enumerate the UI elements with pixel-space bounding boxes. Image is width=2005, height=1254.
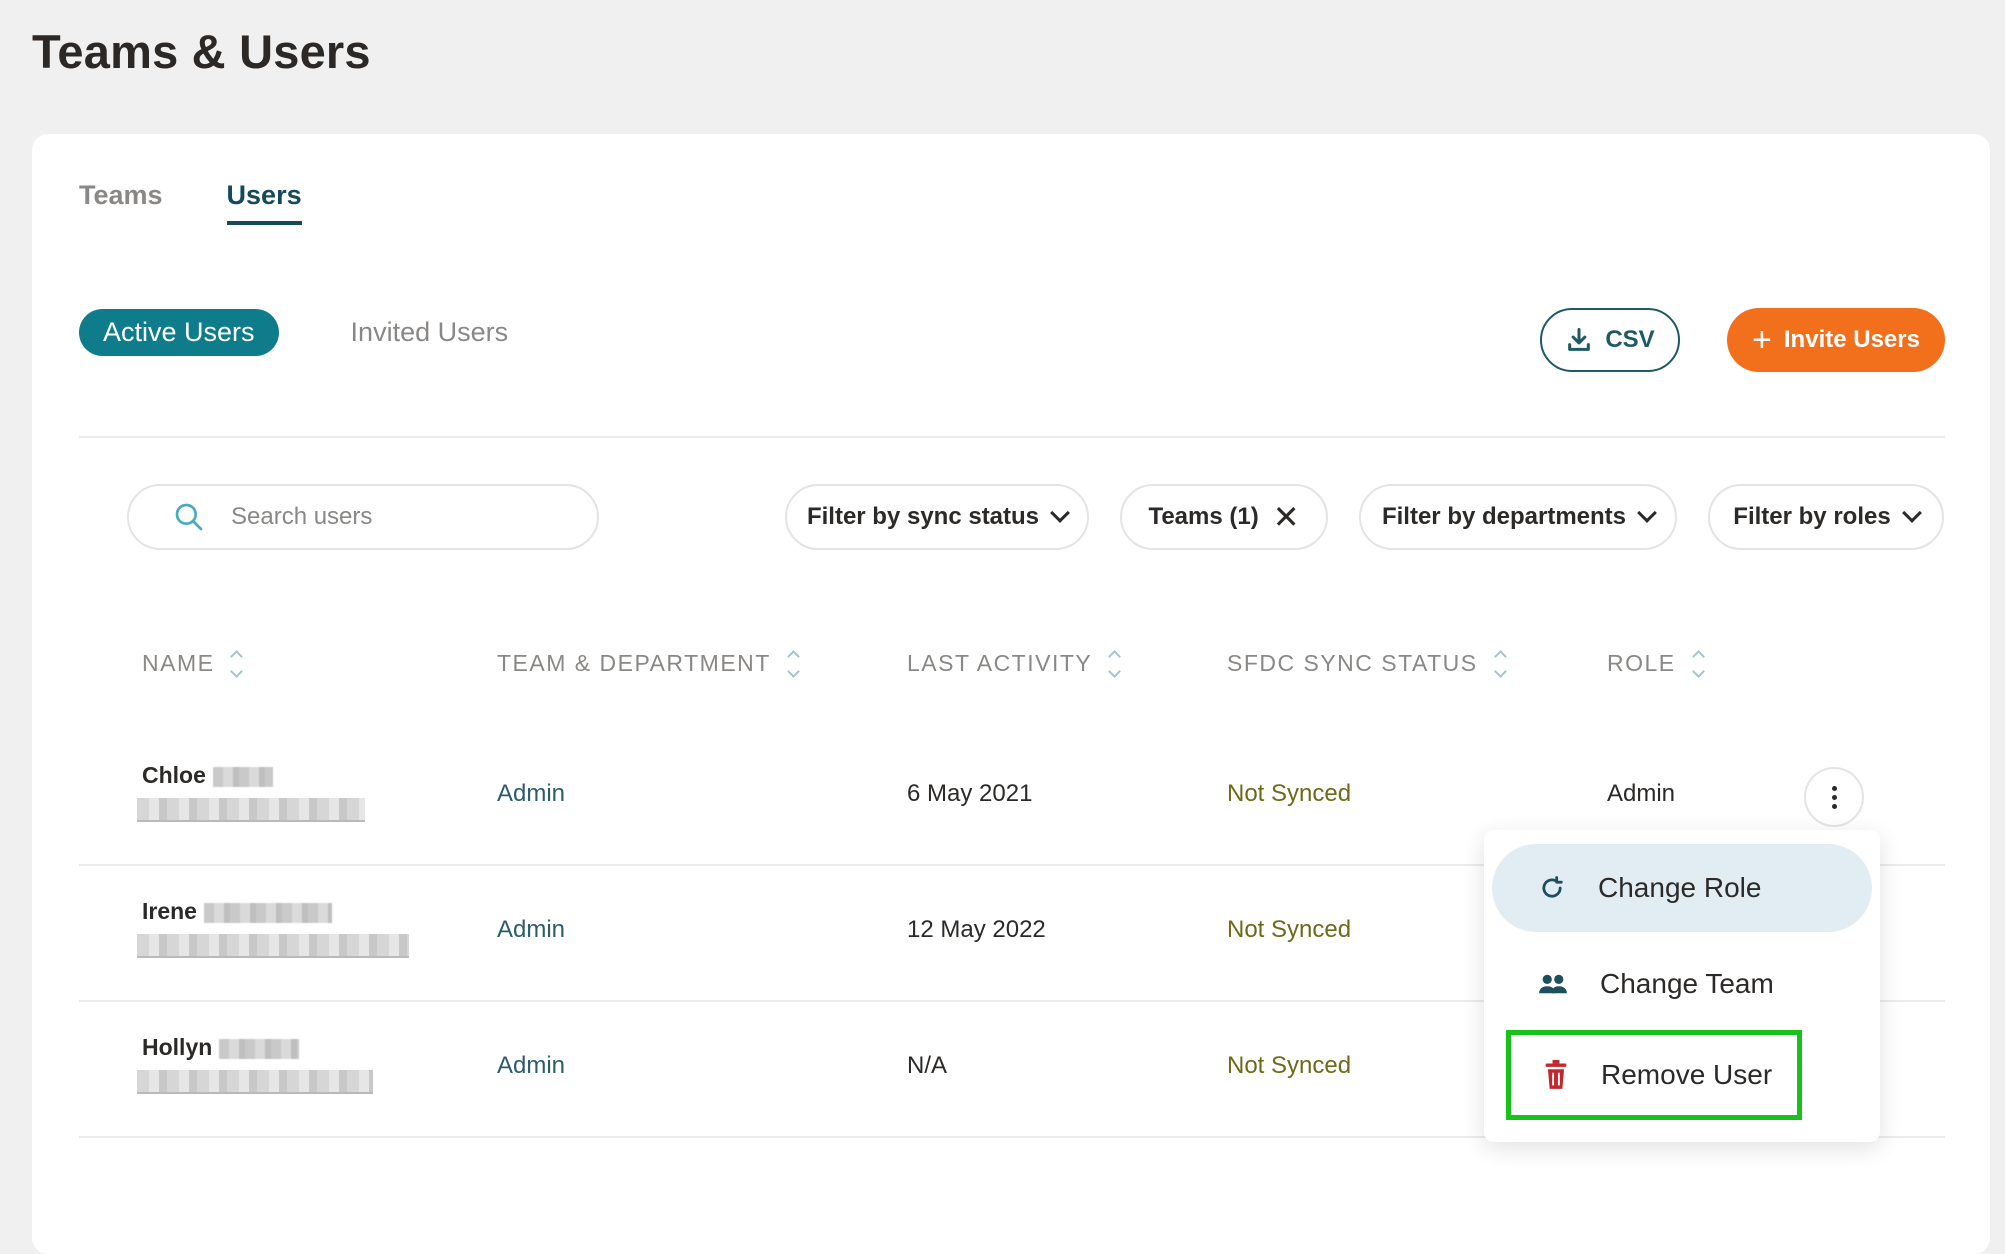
column-header-name[interactable]: NAME [142, 649, 244, 678]
redacted-surname [212, 766, 273, 787]
divider [79, 436, 1945, 438]
menu-item-label: Change Team [1600, 968, 1774, 999]
chevron-down-icon [1637, 503, 1657, 523]
menu-item-change-role[interactable]: Change Role [1492, 844, 1872, 932]
filter-teams[interactable]: Teams (1) ✕ [1120, 484, 1328, 550]
filter-roles-label: Filter by roles [1733, 503, 1891, 530]
last-activity-cell: N/A [907, 1052, 948, 1079]
page-title: Teams & Users [32, 25, 371, 78]
column-header-team[interactable]: TEAM & DEPARTMENT [497, 649, 800, 678]
csv-label: CSV [1605, 326, 1655, 353]
user-name: Chloe [142, 762, 273, 790]
more-dot [1831, 803, 1837, 809]
team-cell[interactable]: Admin [497, 1052, 565, 1080]
redacted-surname [218, 1038, 299, 1059]
search-box [127, 484, 599, 550]
team-cell[interactable]: Admin [497, 916, 565, 944]
row-actions-button[interactable] [1804, 767, 1864, 827]
user-name: Hollyn [142, 1034, 299, 1062]
filter-sync-status[interactable]: Filter by sync status [785, 484, 1089, 550]
chevron-down-icon [1050, 503, 1070, 523]
menu-item-change-team[interactable]: Change Team [1492, 940, 1872, 1028]
trash-icon [1545, 1060, 1567, 1089]
sort-icon [786, 649, 800, 678]
active-users-toggle[interactable]: Active Users [79, 309, 279, 356]
invite-users-button[interactable]: + Invite Users [1727, 308, 1945, 372]
plus-icon: + [1752, 321, 1772, 359]
users-icon [1539, 974, 1567, 994]
close-icon[interactable]: ✕ [1273, 501, 1300, 533]
csv-download-button[interactable]: CSV [1540, 308, 1680, 372]
invite-label: Invite Users [1783, 326, 1920, 353]
tab-bar: Teams Users [79, 180, 302, 225]
search-icon [175, 503, 203, 531]
filter-departments[interactable]: Filter by departments [1359, 484, 1677, 550]
sort-icon [230, 649, 244, 678]
redacted-email [137, 934, 409, 958]
invited-users-toggle[interactable]: Invited Users [351, 317, 509, 348]
redacted-email [137, 798, 365, 822]
last-activity-cell: 12 May 2022 [907, 916, 1046, 943]
user-name: Irene [142, 898, 332, 926]
sort-icon [1493, 649, 1507, 678]
sync-status-cell: Not Synced [1227, 916, 1352, 943]
filter-roles[interactable]: Filter by roles [1708, 484, 1944, 550]
column-header-sync-status[interactable]: SFDC SYNC STATUS [1227, 649, 1507, 678]
sort-icon [1691, 649, 1705, 678]
download-icon [1568, 327, 1591, 351]
tab-teams[interactable]: Teams [79, 180, 163, 225]
tab-users[interactable]: Users [226, 180, 302, 225]
filter-departments-label: Filter by departments [1381, 503, 1627, 530]
last-activity-cell: 6 May 2021 [907, 780, 1033, 807]
more-dot [1831, 785, 1837, 791]
sync-status-cell: Not Synced [1227, 1052, 1352, 1079]
sort-icon [1108, 649, 1122, 678]
redacted-surname [203, 902, 332, 923]
sync-status-cell: Not Synced [1227, 780, 1352, 807]
filter-sync-label: Filter by sync status [806, 503, 1040, 530]
team-cell[interactable]: Admin [497, 780, 565, 808]
refresh-icon [1542, 876, 1563, 898]
role-cell: Admin [1607, 780, 1676, 807]
row-actions-menu: Change Role Change Team Remove User [1484, 830, 1880, 1142]
user-status-segment: Active Users Invited Users [79, 309, 508, 356]
search-input[interactable] [231, 503, 531, 531]
column-header-last-activity[interactable]: LAST ACTIVITY [907, 649, 1122, 678]
menu-item-label: Remove User [1601, 1059, 1773, 1090]
menu-item-remove-user[interactable]: Remove User [1506, 1030, 1802, 1120]
menu-item-label: Change Role [1598, 872, 1762, 903]
redacted-email [137, 1070, 373, 1094]
column-header-role[interactable]: ROLE [1607, 649, 1705, 678]
filter-teams-label: Teams (1) [1148, 503, 1259, 530]
chevron-down-icon [1901, 503, 1922, 523]
more-dot [1831, 794, 1837, 800]
